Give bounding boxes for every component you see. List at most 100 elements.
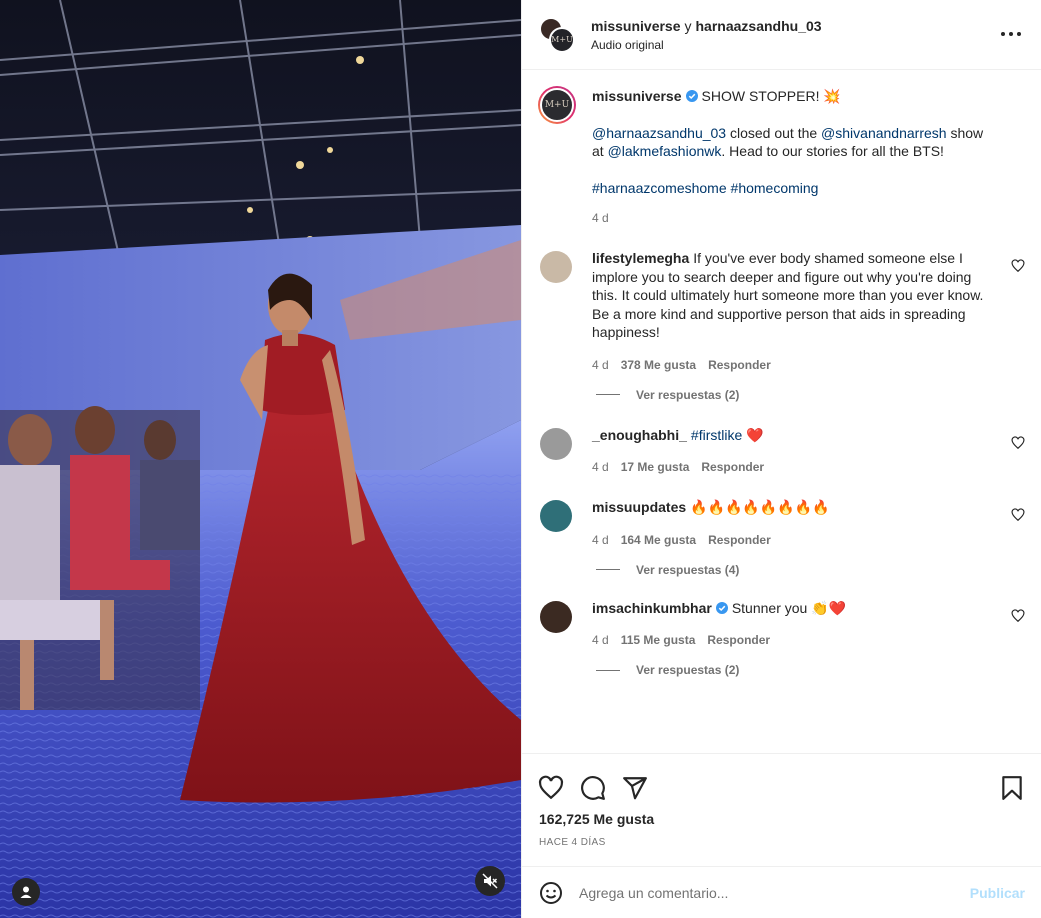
comment-time[interactable]: 4 d [592,460,609,474]
owner-avatar-initials: M+U [551,35,573,44]
comment-content: Stunner you 👏❤️ [731,599,847,616]
mention-link[interactable]: @harnaazsandhu_03 [592,125,726,141]
post-timestamp[interactable]: HACE 4 DÍAS [522,827,1041,848]
caption-headline: SHOW STOPPER! 💥 [701,88,841,104]
header-title: missuniverse y harnaazsandhu_03 [591,18,822,34]
share-icon[interactable] [622,775,648,801]
reply-button[interactable]: Responder [707,633,770,647]
comment-composer: Publicar [522,866,1041,918]
collaborator-username-link[interactable]: harnaazsandhu_03 [696,18,822,34]
comment-icon[interactable] [580,775,606,801]
comment-text: _enoughabhi_ #firstlike ❤️ [592,426,997,445]
comment-input[interactable] [579,884,970,901]
caption-fragment: closed out the [726,124,822,141]
comment-meta: 4 d 115 Me gusta Responder [592,633,997,647]
view-replies-label: Ver respuestas (2) [636,663,740,677]
replies-divider [596,569,620,570]
comment-avatar[interactable] [540,600,572,633]
comment-body: missuupdates 🔥🔥🔥🔥🔥🔥🔥🔥 4 d 164 Me gusta Resp… [592,498,1025,577]
caption-time[interactable]: 4 d [592,211,609,225]
comment-emoji: ❤️ [746,426,764,443]
like-heart-icon[interactable] [538,775,564,801]
view-replies-button[interactable]: Ver respuestas (4) [596,563,997,577]
caption-fragment: . Head to our stories for all the BTS! [721,143,944,159]
caption: M+U missuniverse SHOW STOPPER! 💥 @harnaaz… [538,86,1025,225]
view-replies-label: Ver respuestas (4) [636,562,740,577]
comment-avatar-wrap [538,599,576,678]
replies-divider [596,669,620,671]
comment-meta: 4 d 164 Me gusta Responder [592,533,997,547]
user-tag-button[interactable] [12,878,40,906]
comment-avatar[interactable] [540,427,572,460]
comments-list[interactable]: M+U missuniverse SHOW STOPPER! 💥 @harnaaz… [522,70,1041,753]
comment-username[interactable]: missuupdates [592,499,686,515]
post-actions: 162,725 Me gusta HACE 4 DÍAS Publicar [522,753,1041,918]
mention-link[interactable]: @lakmefashionwk [608,143,722,159]
comment-time[interactable]: 4 d [592,533,609,547]
save-icon[interactable] [999,775,1025,801]
caption-body: missuniverse SHOW STOPPER! 💥 @harnaazsand… [592,86,1025,225]
comment-meta: 4 d 17 Me gusta Responder [592,460,997,474]
caption-hashtags: #harnaazcomeshome #homecoming [592,179,997,198]
caption-avatar[interactable]: M+U [538,86,576,124]
owner-avatar[interactable]: M+U [549,26,575,53]
emoji-icon[interactable] [539,881,563,905]
comment-avatar-wrap [538,498,576,577]
caption-paragraph: @harnaazsandhu_03 closed out the @shivan… [592,124,997,161]
comment-meta: 4 d 378 Me gusta Responder [592,358,997,372]
view-replies-button[interactable]: Ver respuestas (2) [596,663,997,677]
post-header: M+U missuniverse y harnaazsandhu_03 Audio … [522,0,1041,70]
mention-link[interactable]: @shivanandnarresh [821,125,947,141]
more-options-button[interactable] [1001,26,1021,42]
view-replies-label: Ver respuestas (2) [636,387,740,402]
view-replies-button[interactable]: Ver respuestas (2) [596,388,997,402]
comment-likes[interactable]: 378 Me gusta [621,358,696,372]
comment-time[interactable]: 4 d [592,633,609,647]
mute-icon [482,873,498,889]
comment-username[interactable]: _enoughabhi_ [592,427,687,443]
comment-avatar-wrap [538,426,576,475]
hashtag-link[interactable]: #firstlike [691,427,742,443]
comment-likes[interactable]: 164 Me gusta [621,533,696,547]
replies-divider [596,394,620,395]
header-joiner: y [684,17,692,34]
hashtag-link[interactable]: #harnaazcomeshome [592,180,727,196]
comment-likes[interactable]: 17 Me gusta [621,460,690,474]
video-player[interactable] [0,0,521,918]
comment-username[interactable]: imsachinkumbhar [592,600,712,616]
post-details-panel: M+U missuniverse y harnaazsandhu_03 Audio … [521,0,1041,918]
comment-avatar[interactable] [540,500,572,532]
caption-meta: 4 d [592,211,997,225]
likes-count[interactable]: 162,725 Me gusta [522,808,1041,827]
verified-icon [685,90,698,102]
comment: lifestylemegha If you've ever body shamed… [538,249,1025,402]
more-icon-dot [1017,32,1021,36]
like-comment-heart-icon[interactable] [1011,435,1025,450]
post-dialog: M+U missuniverse y harnaazsandhu_03 Audio … [0,0,1041,918]
publish-button[interactable]: Publicar [970,885,1025,901]
reply-button[interactable]: Responder [708,358,771,372]
reply-button[interactable]: Responder [701,460,764,474]
comment: imsachinkumbhar Stunner you 👏❤️ 4 d 115 Me… [538,599,1025,678]
like-comment-heart-icon[interactable] [1011,608,1025,623]
owner-username-link[interactable]: missuniverse [591,18,681,34]
hashtag-link[interactable]: #homecoming [731,180,819,196]
like-comment-heart-icon[interactable] [1011,259,1025,273]
comment-likes[interactable]: 115 Me gusta [621,633,696,647]
comment-avatar-wrap [538,249,576,402]
caption-avatar-initials: M+U [540,88,574,122]
reply-button[interactable]: Responder [708,533,771,547]
caption-username[interactable]: missuniverse [592,88,682,104]
comment-time[interactable]: 4 d [592,358,609,372]
comment-username[interactable]: lifestylemegha [592,250,689,266]
mute-button[interactable] [475,866,505,896]
action-bar [522,754,1041,808]
collab-avatars[interactable]: M+U [539,16,575,53]
comment-text: lifestylemegha If you've ever body shamed… [592,249,997,342]
audio-link[interactable]: Audio original [591,38,822,52]
like-comment-heart-icon[interactable] [1011,508,1025,522]
comment-text: missuupdates 🔥🔥🔥🔥🔥🔥🔥🔥 [592,498,997,517]
caption-avatar-wrap: M+U [538,86,576,225]
caption-text: missuniverse SHOW STOPPER! 💥 [592,87,997,106]
comment-avatar[interactable] [540,251,572,283]
